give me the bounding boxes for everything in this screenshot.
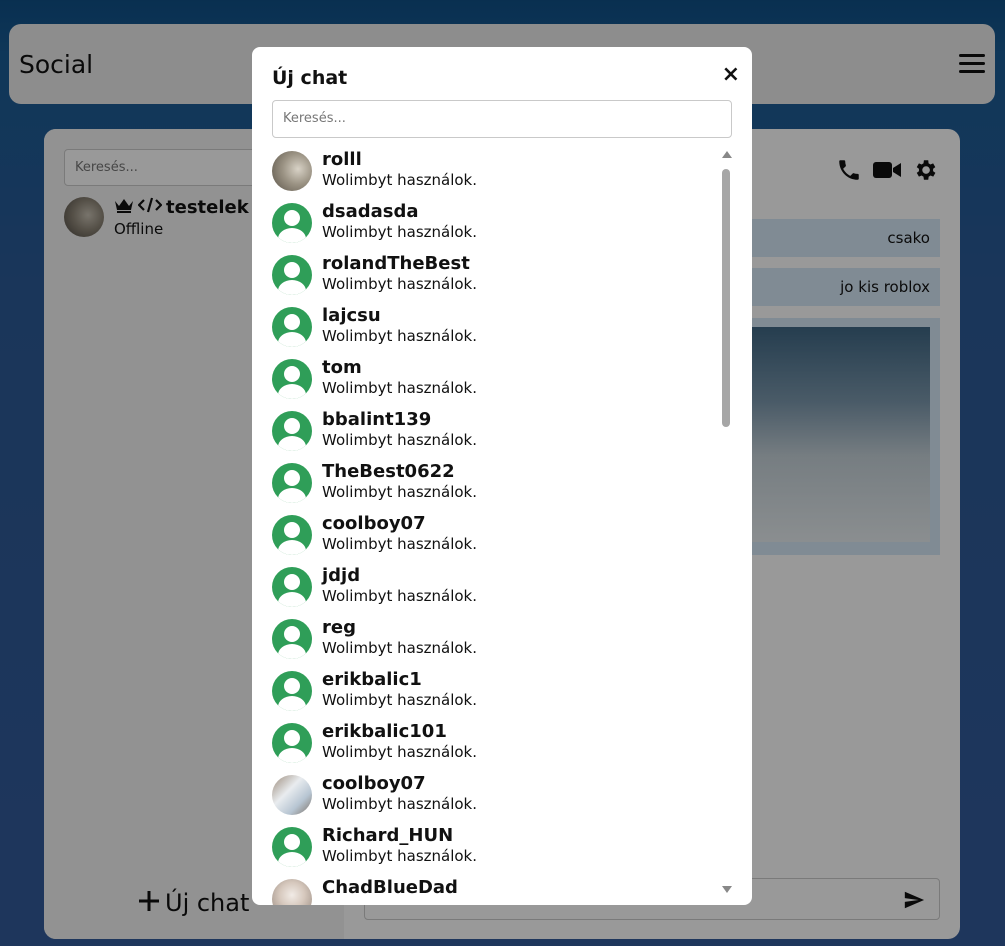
default-user-avatar-icon [272,619,312,659]
user-name: erikbalic1 [322,669,422,690]
modal-title: Új chat [272,67,348,89]
user-name: rolandTheBest [322,253,470,274]
default-user-avatar-icon [272,671,312,711]
scroll-up-arrow-icon[interactable] [722,151,732,158]
user-name: jdjd [322,565,361,586]
user-name: reg [322,617,356,638]
user-name: ChadBlueDad [322,877,458,898]
user-list-item[interactable]: Richard_HUN Wolimbyt használok. [272,823,712,875]
user-subtitle: Wolimbyt használok. [322,587,478,605]
default-user-avatar-icon [272,463,312,503]
default-user-avatar-icon [272,255,312,295]
user-subtitle: Wolimbyt használok. [322,223,478,241]
user-subtitle: Wolimbyt használok. [322,379,478,397]
user-subtitle: Wolimbyt használok. [322,535,478,553]
default-user-avatar-icon [272,203,312,243]
user-name: coolboy07 [322,773,426,794]
user-subtitle: Wolimbyt használok. [322,483,478,501]
user-name: dsadasda [322,201,419,222]
scrollbar[interactable] [720,151,732,893]
user-name: TheBest0622 [322,461,455,482]
user-subtitle: Wolimbyt használok. [322,275,478,293]
user-list-item[interactable]: reg Wolimbyt használok. [272,615,712,667]
user-name: coolboy07 [322,513,426,534]
default-user-avatar-icon [272,359,312,399]
user-list-item[interactable]: lajcsu Wolimbyt használok. [272,303,712,355]
user-name: rolll [322,149,362,170]
user-list: rolll Wolimbyt használok. dsadasda Wolimbyt… [272,147,712,905]
close-icon[interactable]: × [722,63,740,87]
user-subtitle: Wolimbyt használok. [322,431,478,449]
user-list-item[interactable]: ChadBlueDad [272,875,712,905]
user-list-item[interactable]: rolandTheBest Wolimbyt használok. [272,251,712,303]
default-user-avatar-icon [272,567,312,607]
user-subtitle: Wolimbyt használok. [322,639,478,657]
default-user-avatar-icon [272,827,312,867]
user-subtitle: Wolimbyt használok. [322,795,478,813]
default-user-avatar-icon [272,515,312,555]
default-user-avatar-icon [272,411,312,451]
user-subtitle: Wolimbyt használok. [322,691,478,709]
modal-search-input[interactable]: Keresés... [272,100,732,138]
new-chat-modal: Új chat × Keresés... rolll Wolimbyt haszn… [252,47,752,905]
avatar [272,151,312,191]
user-list-item[interactable]: bbalint139 Wolimbyt használok. [272,407,712,459]
user-name: lajcsu [322,305,381,326]
user-subtitle: Wolimbyt használok. [322,743,478,761]
user-list-item[interactable]: rolll Wolimbyt használok. [272,147,712,199]
default-user-avatar-icon [272,723,312,763]
scroll-down-arrow-icon[interactable] [722,886,732,893]
avatar [272,879,312,905]
user-name: tom [322,357,362,378]
user-subtitle: Wolimbyt használok. [322,171,478,189]
user-name: bbalint139 [322,409,432,430]
user-list-item[interactable]: coolboy07 Wolimbyt használok. [272,511,712,563]
user-list-item[interactable]: erikbalic1 Wolimbyt használok. [272,667,712,719]
user-name: Richard_HUN [322,825,454,846]
user-name: erikbalic101 [322,721,447,742]
default-user-avatar-icon [272,307,312,347]
user-list-item[interactable]: tom Wolimbyt használok. [272,355,712,407]
user-list-item[interactable]: dsadasda Wolimbyt használok. [272,199,712,251]
user-list-item[interactable]: jdjd Wolimbyt használok. [272,563,712,615]
user-list-item[interactable]: coolboy07 Wolimbyt használok. [272,771,712,823]
user-list-item[interactable]: TheBest0622 Wolimbyt használok. [272,459,712,511]
user-subtitle: Wolimbyt használok. [322,327,478,345]
scrollbar-thumb[interactable] [722,169,730,427]
user-subtitle: Wolimbyt használok. [322,847,478,865]
avatar [272,775,312,815]
user-list-item[interactable]: erikbalic101 Wolimbyt használok. [272,719,712,771]
